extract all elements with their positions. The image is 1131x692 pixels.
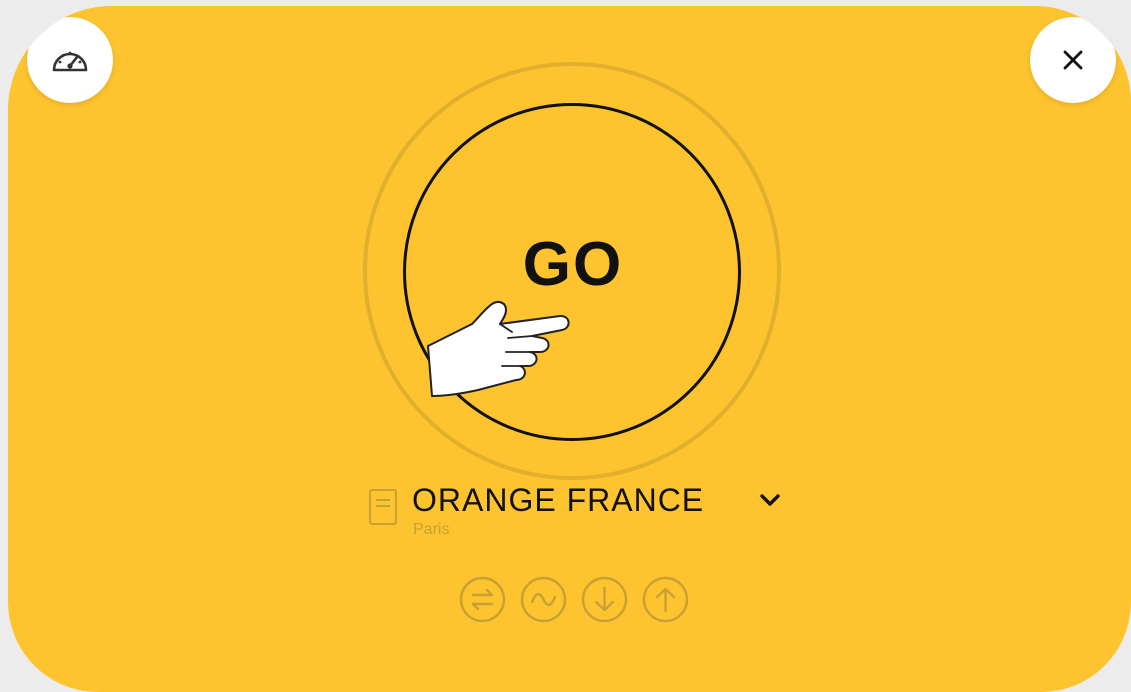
- jitter-icon: [520, 576, 567, 623]
- close-button[interactable]: [1030, 17, 1116, 103]
- server-name: ORANGE FRANCE: [412, 482, 705, 518]
- upload-icon: [642, 576, 689, 623]
- pointing-hand-icon: [427, 301, 570, 397]
- server-city: Paris: [413, 521, 450, 538]
- speedometer-button[interactable]: [27, 17, 113, 103]
- chevron-down-icon: [760, 494, 780, 506]
- server-icon: [369, 489, 397, 525]
- speedtest-screen: GO ORANGE FRANCE Paris: [8, 6, 1131, 692]
- metrics-row: [459, 576, 689, 623]
- close-icon: [1063, 50, 1083, 70]
- go-label: GO: [522, 230, 624, 299]
- speedometer-icon: [52, 51, 88, 72]
- download-icon: [581, 576, 628, 623]
- server-selector[interactable]: ORANGE FRANCE Paris: [368, 481, 798, 541]
- ping-icon: [459, 576, 506, 623]
